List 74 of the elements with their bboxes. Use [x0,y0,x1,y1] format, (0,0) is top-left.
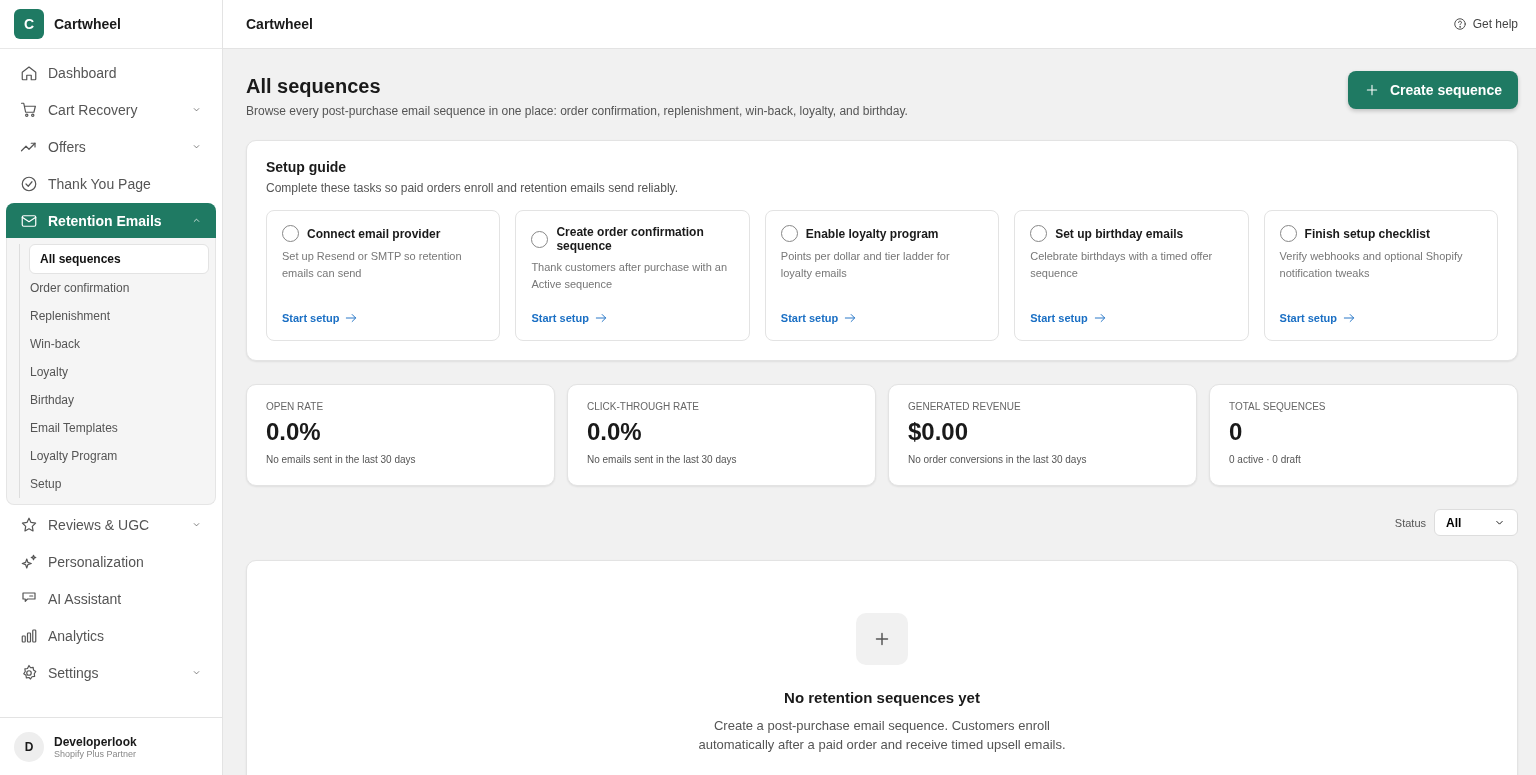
stat-label: TOTAL SEQUENCES [1229,401,1327,412]
subnav-item[interactable]: Birthday [30,386,209,414]
arrow-right-icon [593,311,608,325]
create-sequence-button[interactable]: Create sequence [1347,71,1518,109]
nav-item[interactable]: Retention Emails [6,203,216,238]
subnav-item[interactable]: Loyalty [30,358,209,386]
brand-name: Cartwheel [54,16,121,32]
header-title: Cartwheel [246,16,313,32]
help-icon [1452,17,1467,31]
sparkle-icon [20,552,38,571]
nav-item[interactable]: Offers [6,129,216,164]
avatar: D [14,731,44,762]
stat-label: OPEN RATE [266,401,325,412]
stat-note: 0 active · 0 draft [1229,454,1302,465]
subnav-item[interactable]: Win-back [30,330,209,358]
arrow-right-icon [1092,311,1107,325]
page-subtitle: Browse every post-purchase email sequence in one place: order confirmation, replenishment, win-back, loyalty, and birthday. [246,104,908,118]
task-title: Enable loyalty program [805,226,939,241]
task-description: Thank customers after purchase with an Active sequence [531,260,729,292]
subnav-item[interactable]: Setup [30,470,209,498]
settings-icon [20,663,38,682]
nav-item[interactable]: Personalization [6,544,216,579]
empty-state-title: No retention sequences yet [784,689,980,706]
task-description: Verify webhooks and optional Shopify notification tweaks [1279,249,1464,281]
setup-guide-subtitle: Complete these tasks so paid orders enroll and retention emails send reliably. [266,181,679,195]
nav-item[interactable]: Settings [6,655,216,690]
nav-item[interactable]: Analytics [6,618,216,653]
stat-value: 0 [1229,418,1244,446]
start-setup-link[interactable]: Start setup [531,311,608,325]
help-link[interactable]: Get help [1452,17,1518,31]
arrow-right-icon [344,311,359,325]
nav-item[interactable]: Thank You Page [6,166,216,201]
task-description: Set up Resend or SMTP so retention emails can send [282,249,463,281]
task-description: Celebrate birthdays with a timed offer sequence [1030,249,1214,281]
stat-value: 0.0% [266,418,322,446]
cart-icon [20,100,38,119]
task-title: Connect email provider [307,226,441,241]
subnav-item[interactable]: Loyalty Program [30,442,209,470]
task-title: Set up birthday emails [1055,226,1184,241]
subnav-item[interactable]: Replenishment [30,302,209,330]
task-title: Create order confirmation sequence [556,225,705,253]
nav-item[interactable]: AI Assistant [6,581,216,616]
stat-value: $0.00 [908,418,970,446]
stat-value: 0.0% [587,418,643,446]
logo: C [14,9,44,39]
stat-label: GENERATED REVENUE [908,401,1022,412]
user-role: Shopify Plus Partner [54,748,137,759]
task-description: Points per dollar and tier ladder for loyalty emails [780,249,951,281]
arrow-right-icon [1342,311,1357,325]
setup-guide-title: Setup guide [266,159,348,175]
user-name: Developerlook [54,734,137,749]
empty-state-description: Create a post-purchase email sequence. Customers enroll automatically after a paid order and receive timed upsell emails. [697,717,1067,754]
page-title: All sequences [246,75,382,98]
status-select[interactable]: All [1434,509,1518,536]
start-setup-link[interactable]: Start setup [780,311,858,325]
stat-label: CLICK-THROUGH RATE [587,401,701,412]
nav-item[interactable]: Cart Recovery [6,92,216,127]
subnav-item[interactable]: Email Templates [30,414,209,442]
start-setup-link[interactable]: Start setup [1030,311,1107,325]
stat-note: No emails sent in the last 30 days [266,454,417,465]
nav-item[interactable]: Dashboard [6,55,216,90]
start-setup-link[interactable]: Start setup [1279,311,1357,325]
start-setup-link[interactable]: Start setup [282,311,359,325]
subnav-item[interactable]: All sequences [29,244,209,274]
nav-item[interactable]: Reviews & UGC [6,507,216,542]
stat-note: No order conversions in the last 30 days [908,454,1088,465]
arrow-right-icon [843,311,858,325]
task-title: Finish setup checklist [1304,226,1430,241]
star-icon [20,515,38,534]
stat-note: No emails sent in the last 30 days [587,454,738,465]
status-label: Status [1394,516,1426,529]
bar-chart-icon [20,626,38,645]
check-circle-icon [20,174,38,193]
subnav-item[interactable]: Order confirmation [30,274,209,302]
